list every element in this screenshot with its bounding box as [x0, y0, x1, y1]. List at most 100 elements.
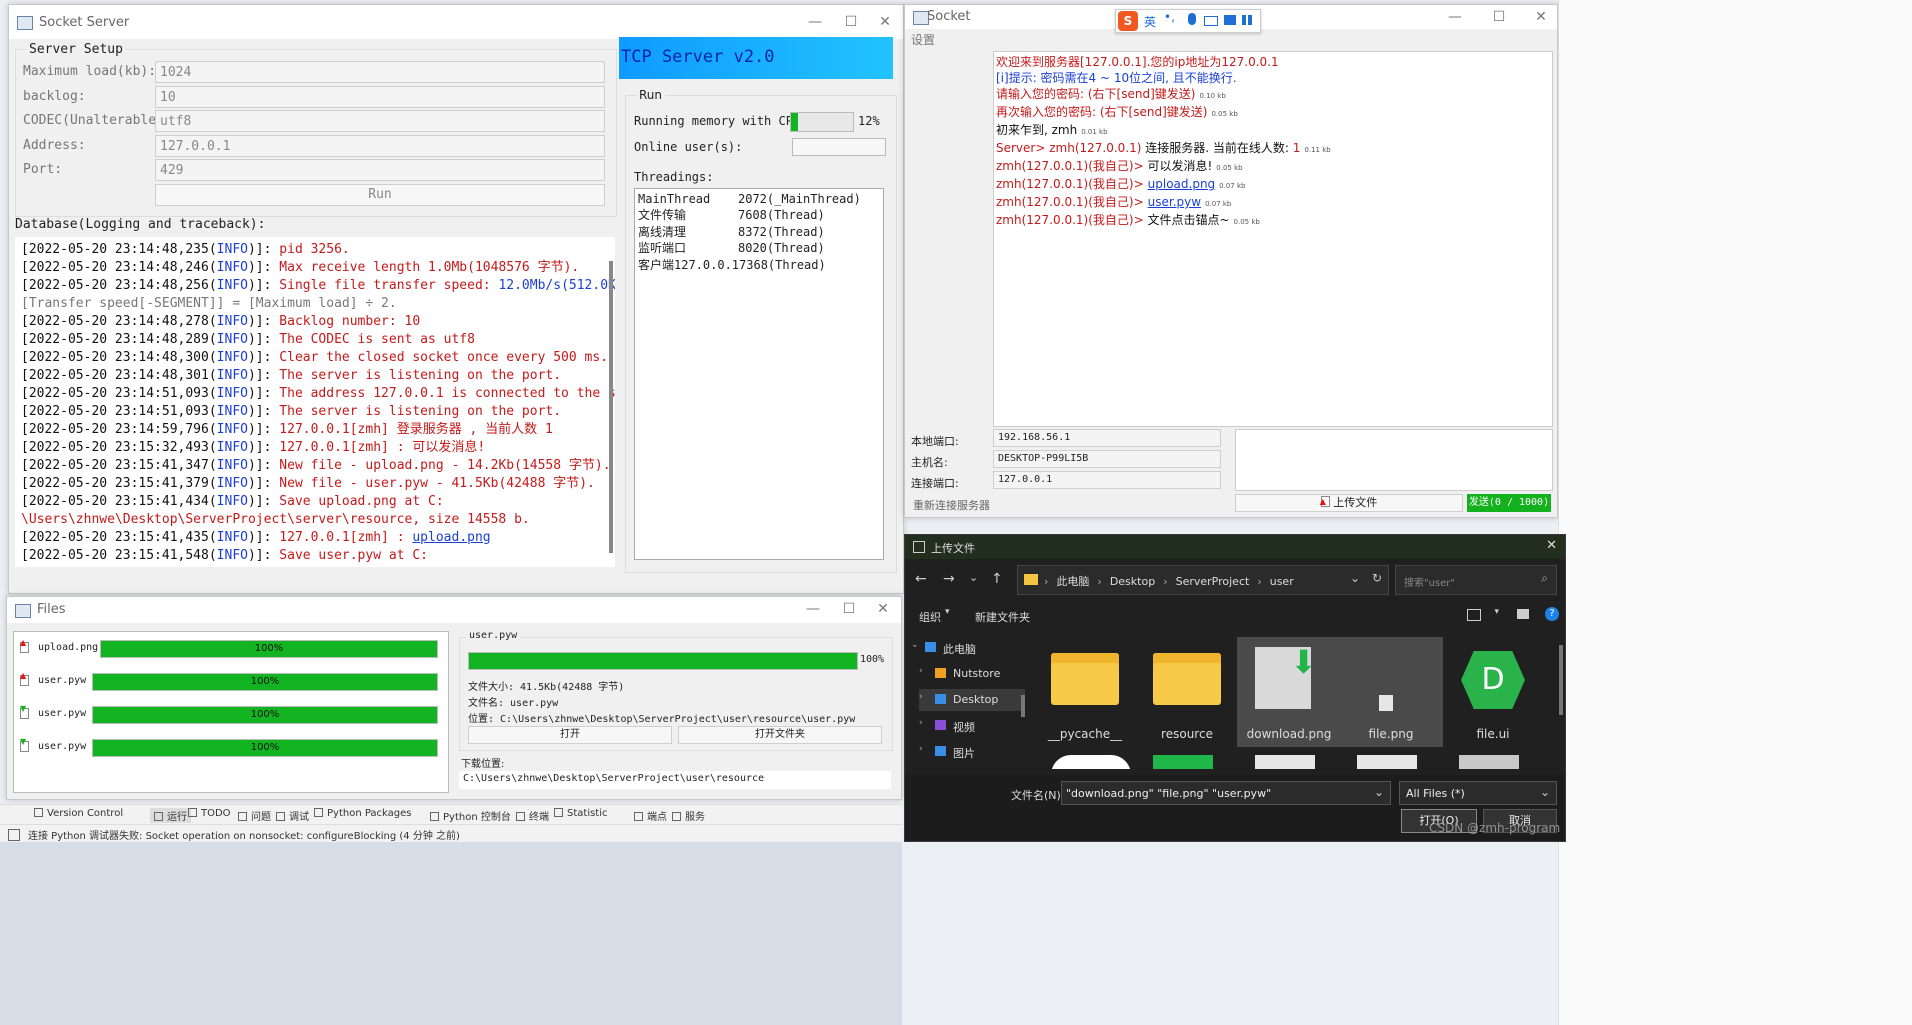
filename-dropdown-icon[interactable]: ⌄	[1374, 785, 1384, 799]
host-field[interactable]: DESKTOP-P99LI5B	[993, 450, 1221, 468]
setup-field-input[interactable]: 127.0.0.1	[155, 134, 605, 157]
settings-menu[interactable]: 设置	[911, 31, 935, 48]
up-arrow-icon[interactable]: ↑	[991, 571, 1003, 587]
ide-tab[interactable]: 终端	[516, 808, 549, 823]
client-maximize-icon[interactable]: ☐	[1489, 8, 1509, 26]
run-button[interactable]: Run	[155, 184, 605, 206]
forward-arrow-icon[interactable]: →	[943, 571, 955, 587]
chat-sender: zmh(127.0.0.1)(我自己)>	[996, 159, 1144, 173]
conn-port-field[interactable]: 127.0.0.1	[993, 471, 1221, 489]
ide-tab[interactable]: TODO	[188, 808, 231, 819]
open-file-button[interactable]: 打开	[468, 726, 672, 744]
back-arrow-icon[interactable]: ←	[915, 571, 927, 587]
nav-tree-item[interactable]: › 视频	[919, 715, 1025, 737]
dialog-close-icon[interactable]: ✕	[1546, 538, 1557, 553]
maximize-icon[interactable]: ☐	[841, 13, 861, 31]
ide-tab[interactable]: 端点	[634, 808, 667, 823]
message-input[interactable]	[1235, 429, 1553, 491]
view-chevron-icon[interactable]: ▾	[1494, 607, 1499, 617]
client-close-icon[interactable]: ✕	[1531, 8, 1551, 26]
ide-tab[interactable]: Python 控制台	[430, 808, 511, 823]
local-port-field[interactable]: 192.168.56.1	[993, 429, 1221, 447]
close-icon[interactable]: ✕	[875, 13, 895, 31]
file-tile[interactable]: __pycache__	[1033, 637, 1137, 747]
filename-input[interactable]: "download.png" "file.png" "user.pyw" ⌄	[1061, 781, 1391, 805]
log-scrollbar[interactable]	[609, 261, 613, 553]
log-timestamp: [2022-05-20 23:14:51,093(	[21, 386, 217, 401]
refresh-icon[interactable]: ↻	[1372, 571, 1382, 585]
ide-tab-icon	[554, 808, 563, 817]
setup-field-input[interactable]: 10	[155, 85, 605, 108]
ide-tab[interactable]: 调试	[276, 808, 309, 823]
file-type-select[interactable]: All Files (*) ⌄	[1399, 781, 1557, 805]
breadcrumb-item[interactable]: ServerProject	[1176, 575, 1250, 588]
reconnect-button[interactable]: 重新连接服务器	[913, 497, 990, 513]
breadcrumb-item[interactable]: Desktop	[1110, 575, 1155, 588]
new-folder-button[interactable]: 新建文件夹	[975, 609, 1030, 625]
help-icon[interactable]: ?	[1545, 607, 1559, 621]
files-minimize-icon[interactable]: —	[803, 600, 823, 618]
nav-tree: ⌄ 此电脑 › Nutstore › Desktop › 视频 › 图片	[905, 637, 1031, 769]
cpu-bar	[790, 112, 854, 132]
nav-tree-item[interactable]: › Nutstore	[919, 663, 1025, 685]
view-toggle-icon[interactable]	[1467, 609, 1481, 621]
files-close-icon[interactable]: ✕	[873, 600, 893, 618]
nav-tree-item[interactable]: › 图片	[919, 741, 1025, 763]
file-tile[interactable]: file.png	[1339, 637, 1443, 747]
script-file-icon[interactable]	[1255, 755, 1315, 769]
file-tile[interactable]: ⬇ download.png	[1237, 637, 1341, 747]
breadcrumb-item[interactable]: user	[1270, 575, 1294, 588]
setup-field-input[interactable]: 1024	[155, 61, 605, 83]
chat-file-link[interactable]: user.pyw	[1148, 195, 1201, 209]
upload-file-icon[interactable]	[1357, 755, 1417, 769]
minimize-icon[interactable]: —	[805, 13, 825, 31]
file-tile[interactable]: Dfile.ui	[1441, 637, 1545, 747]
file-tile[interactable]: resource	[1135, 637, 1239, 747]
setup-field-input[interactable]: 429	[155, 159, 605, 181]
grid-scrollbar[interactable]	[1559, 645, 1563, 715]
log-bracket: )]:	[247, 314, 272, 329]
organize-menu[interactable]: 组织	[919, 609, 941, 625]
nav-tree-item[interactable]: › Desktop	[919, 689, 1025, 711]
ide-tab[interactable]: Python Packages	[314, 808, 412, 819]
send-button[interactable]: 发送(0 / 1000)	[1467, 494, 1551, 512]
network-file-icon[interactable]	[1153, 755, 1213, 769]
log-message: Save upload.png at C:	[271, 494, 444, 509]
file-name-text: 文件名: user.pyw	[468, 698, 559, 709]
log-text: \Users\zhnwe\Desktop\ServerProject\serve…	[21, 566, 530, 567]
ide-tab[interactable]: Statistic	[554, 808, 608, 819]
thread-info: 8372(Thread)	[738, 224, 825, 239]
thread-row: 监听端口 8020(Thread)	[638, 240, 880, 256]
file-type-dropdown-icon[interactable]: ⌄	[1540, 785, 1550, 799]
setup-field-input[interactable]: utf8	[155, 110, 605, 132]
log-timestamp: [2022-05-20 23:15:41,548(	[21, 548, 217, 563]
address-dropdown-icon[interactable]: ⌄	[1350, 571, 1360, 585]
client-minimize-icon[interactable]: —	[1445, 8, 1465, 26]
ide-tab[interactable]: 服务	[672, 808, 705, 823]
nav-tree-item[interactable]: ⌄ 此电脑	[909, 637, 1015, 659]
preview-pane-icon[interactable]	[1517, 609, 1529, 619]
files-maximize-icon[interactable]: ☐	[839, 600, 859, 618]
download-path-field[interactable]: C:\Users\zhnwe\Desktop\ServerProject\use…	[459, 771, 891, 789]
upload-file-button[interactable]: ▲ 上传文件	[1235, 494, 1463, 512]
log-message: 127.0.0.1[zmh] :	[271, 530, 413, 545]
address-bar[interactable]: › 此电脑 › Desktop › ServerProject › user ⌄ ↻	[1017, 565, 1389, 595]
nav-tree-scrollbar[interactable]	[1021, 695, 1025, 717]
ide-tab[interactable]: Version Control	[34, 808, 123, 819]
arrow-mark: ▲	[20, 671, 27, 680]
python-file-icon[interactable]	[1051, 755, 1131, 769]
ide-tab[interactable]: 问题	[238, 808, 271, 823]
ime-toolbar[interactable]: S 英 •,	[1115, 9, 1261, 33]
chat-file-link[interactable]: upload.png	[1148, 177, 1216, 191]
ime-keyboard-icon	[1204, 16, 1218, 26]
chat-sender: zmh(127.0.0.1)(我自己)>	[996, 195, 1144, 209]
open-folder-button[interactable]: 打开文件夹	[678, 726, 882, 744]
log-message: Max receive length 1.0Mb(1048576 字节).	[271, 260, 580, 275]
upload-label: 上传文件	[1333, 496, 1378, 509]
breadcrumb-item[interactable]: 此电脑	[1056, 575, 1089, 588]
log-file-link[interactable]: upload.png	[412, 530, 490, 545]
search-box[interactable]: 搜索"user" ⌕	[1395, 565, 1557, 595]
recent-dropdown-icon[interactable]: ⌄	[969, 571, 978, 584]
ide-tab[interactable]: 运行	[150, 808, 191, 823]
python-file-icon[interactable]	[1459, 755, 1519, 769]
